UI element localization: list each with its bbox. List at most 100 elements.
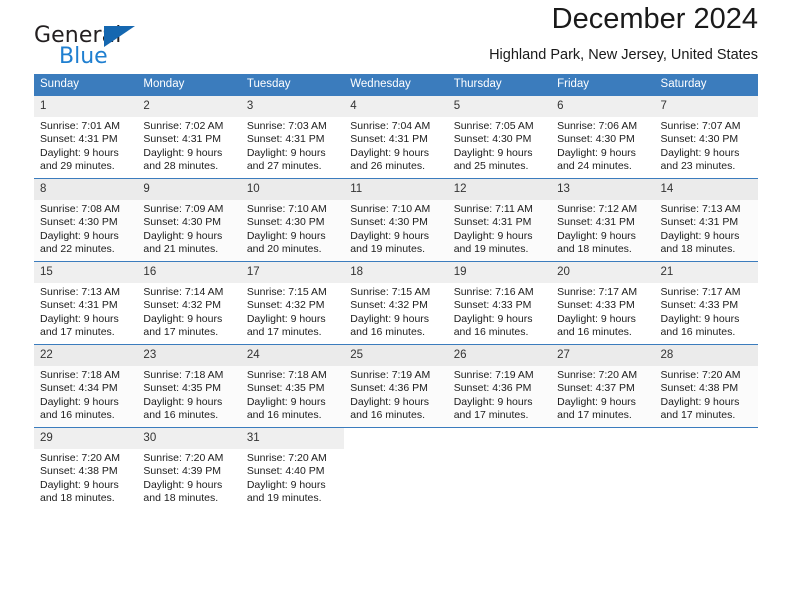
calendar-day-cell[interactable]: 17 Sunrise: 7:15 AM Sunset: 4:32 PM Dayligh… — [240, 261, 345, 345]
day-details: Sunrise: 7:08 AM Sunset: 4:30 PM Daylight:… — [34, 200, 137, 257]
daylight-duration: and 19 minutes. — [350, 243, 425, 256]
daylight-duration: and 19 minutes. — [246, 492, 322, 505]
calendar-day-cell[interactable]: 26 Sunrise: 7:19 AM Sunset: 4:36 PM Dayligh… — [447, 344, 552, 428]
day-details: Sunrise: 7:06 AM Sunset: 4:30 PM Daylight:… — [551, 117, 654, 174]
day-details: Sunrise: 7:19 AM Sunset: 4:36 PM Daylight:… — [344, 366, 447, 423]
day-number: 4 — [344, 96, 448, 117]
day-details — [655, 436, 758, 439]
calendar-day-cell[interactable]: 12 Sunrise: 7:11 AM Sunset: 4:31 PM Dayligh… — [447, 178, 552, 262]
daylight-duration: Daylight: 9 hours — [350, 229, 430, 242]
page-title: December 2024 — [551, 3, 758, 35]
sunset-time: Sunset: 4:36 PM — [453, 382, 532, 395]
sunset-time: Sunset: 4:38 PM — [40, 465, 118, 478]
day-number: 2 — [137, 96, 241, 117]
day-details: Sunrise: 7:09 AM Sunset: 4:30 PM Daylight:… — [137, 200, 240, 257]
sunset-time: Sunset: 4:31 PM — [350, 133, 428, 146]
day-details: Sunrise: 7:05 AM Sunset: 4:30 PM Daylight:… — [448, 117, 551, 174]
day-details: Sunrise: 7:02 AM Sunset: 4:31 PM Daylight:… — [137, 117, 240, 174]
calendar-day-cell[interactable]: 19 Sunrise: 7:16 AM Sunset: 4:33 PM Dayligh… — [447, 261, 552, 345]
day-details: Sunrise: 7:10 AM Sunset: 4:30 PM Daylight:… — [241, 200, 344, 257]
calendar-day-cell[interactable]: 31 Sunrise: 7:20 AM Sunset: 4:40 PM Dayligh… — [240, 427, 345, 510]
day-details: Sunrise: 7:14 AM Sunset: 4:32 PM Daylight:… — [137, 283, 240, 340]
calendar-day-cell[interactable]: 13 Sunrise: 7:12 AM Sunset: 4:31 PM Dayligh… — [551, 178, 655, 262]
calendar-day-cell[interactable]: 2 Sunrise: 7:02 AM Sunset: 4:31 PM Daylight… — [137, 95, 241, 179]
daylight-duration: Daylight: 9 hours — [143, 312, 223, 325]
calendar-day-cell[interactable]: 20 Sunrise: 7:17 AM Sunset: 4:33 PM Dayligh… — [551, 261, 655, 345]
daylight-duration: and 17 minutes. — [40, 326, 115, 339]
calendar-day-cell[interactable]: 15 Sunrise: 7:13 AM Sunset: 4:31 PM Dayligh… — [34, 261, 138, 345]
day-details: Sunrise: 7:20 AM Sunset: 4:38 PM Daylight:… — [655, 366, 758, 423]
daylight-duration: and 16 minutes. — [350, 326, 425, 339]
day-number — [448, 428, 551, 436]
calendar-day-cell[interactable]: 24 Sunrise: 7:18 AM Sunset: 4:35 PM Dayligh… — [240, 344, 345, 428]
calendar-day-cell[interactable]: 25 Sunrise: 7:19 AM Sunset: 4:36 PM Dayligh… — [344, 344, 448, 428]
sunset-time: Sunset: 4:30 PM — [246, 216, 325, 229]
sunset-time: Sunset: 4:40 PM — [246, 465, 325, 478]
calendar-day-cell[interactable]: 14 Sunrise: 7:13 AM Sunset: 4:31 PM Dayligh… — [654, 178, 758, 262]
calendar-day-cell[interactable]: 1 Sunrise: 7:01 AM Sunset: 4:31 PM Daylight… — [34, 95, 138, 179]
sunrise-time: Sunrise: 7:13 AM — [40, 286, 120, 298]
sunrise-time: Sunrise: 7:17 AM — [660, 286, 741, 298]
daylight-duration: and 16 minutes. — [453, 326, 529, 339]
calendar-day-cell[interactable]: 16 Sunrise: 7:14 AM Sunset: 4:32 PM Dayligh… — [137, 261, 241, 345]
sunrise-time: Sunrise: 7:07 AM — [660, 120, 741, 132]
calendar-day-cell[interactable]: 7 Sunrise: 7:07 AM Sunset: 4:30 PM Daylight… — [654, 95, 758, 179]
day-details: Sunrise: 7:13 AM Sunset: 4:31 PM Daylight:… — [34, 283, 137, 340]
daylight-duration: and 19 minutes. — [453, 243, 529, 256]
day-details: Sunrise: 7:17 AM Sunset: 4:33 PM Daylight:… — [655, 283, 758, 340]
calendar-day-cell[interactable]: 3 Sunrise: 7:03 AM Sunset: 4:31 PM Daylight… — [240, 95, 345, 179]
calendar-day-cell[interactable]: 23 Sunrise: 7:18 AM Sunset: 4:35 PM Dayligh… — [137, 344, 241, 428]
sunset-time: Sunset: 4:38 PM — [660, 382, 739, 395]
daylight-duration: Daylight: 9 hours — [246, 312, 326, 325]
sunrise-time: Sunrise: 7:19 AM — [350, 369, 431, 381]
calendar-day-cell[interactable]: 10 Sunrise: 7:10 AM Sunset: 4:30 PM Dayligh… — [240, 178, 345, 262]
day-number: 8 — [34, 179, 138, 200]
daylight-duration: Daylight: 9 hours — [453, 229, 533, 242]
sunrise-time: Sunrise: 7:17 AM — [557, 286, 638, 298]
sunset-time: Sunset: 4:31 PM — [143, 133, 222, 146]
sunrise-time: Sunrise: 7:19 AM — [453, 369, 534, 381]
sunset-time: Sunset: 4:31 PM — [453, 216, 532, 229]
calendar-day-cell[interactable]: 29 Sunrise: 7:20 AM Sunset: 4:38 PM Dayligh… — [34, 427, 138, 510]
calendar-day-cell-empty — [344, 427, 448, 510]
day-number: 29 — [34, 428, 138, 449]
daylight-duration: and 18 minutes. — [40, 492, 115, 505]
day-details: Sunrise: 7:20 AM Sunset: 4:40 PM Daylight:… — [241, 449, 344, 506]
daylight-duration: and 18 minutes. — [557, 243, 632, 256]
calendar-day-cell[interactable]: 27 Sunrise: 7:20 AM Sunset: 4:37 PM Dayligh… — [551, 344, 655, 428]
day-details: Sunrise: 7:13 AM Sunset: 4:31 PM Daylight:… — [655, 200, 758, 257]
calendar-day-cell[interactable]: 6 Sunrise: 7:06 AM Sunset: 4:30 PM Daylight… — [551, 95, 655, 179]
daylight-duration: Daylight: 9 hours — [143, 229, 223, 242]
day-number: 1 — [34, 96, 138, 117]
general-blue-logo[interactable]: General Blue — [34, 23, 154, 71]
calendar-day-cell-empty — [654, 427, 758, 510]
sunrise-time: Sunrise: 7:01 AM — [40, 120, 120, 132]
day-number: 12 — [447, 179, 552, 200]
sunrise-time: Sunrise: 7:20 AM — [246, 452, 327, 464]
sunset-time: Sunset: 4:31 PM — [40, 299, 118, 312]
calendar-day-cell[interactable]: 4 Sunrise: 7:04 AM Sunset: 4:31 PM Daylight… — [344, 95, 448, 179]
sunrise-time: Sunrise: 7:16 AM — [453, 286, 534, 298]
calendar-day-cell[interactable]: 22 Sunrise: 7:18 AM Sunset: 4:34 PM Dayligh… — [34, 344, 138, 428]
daylight-duration: and 27 minutes. — [246, 160, 322, 173]
calendar-day-cell[interactable]: 21 Sunrise: 7:17 AM Sunset: 4:33 PM Dayligh… — [654, 261, 758, 345]
calendar-day-cell[interactable]: 5 Sunrise: 7:05 AM Sunset: 4:30 PM Daylight… — [447, 95, 552, 179]
sunrise-time: Sunrise: 7:15 AM — [246, 286, 327, 298]
day-details: Sunrise: 7:19 AM Sunset: 4:36 PM Daylight:… — [448, 366, 551, 423]
calendar-day-cell[interactable]: 28 Sunrise: 7:20 AM Sunset: 4:38 PM Dayligh… — [654, 344, 758, 428]
day-number: 15 — [34, 262, 138, 283]
daylight-duration: and 18 minutes. — [143, 492, 219, 505]
calendar-day-cell[interactable]: 9 Sunrise: 7:09 AM Sunset: 4:30 PM Daylight… — [137, 178, 241, 262]
daylight-duration: and 16 minutes. — [246, 409, 322, 422]
calendar-week-row: 29 Sunrise: 7:20 AM Sunset: 4:38 PM Dayligh… — [34, 427, 758, 510]
weekday-header-thursday: Thursday — [447, 74, 552, 96]
sunrise-time: Sunrise: 7:18 AM — [40, 369, 120, 381]
calendar-day-cell[interactable]: 30 Sunrise: 7:20 AM Sunset: 4:39 PM Dayligh… — [137, 427, 241, 510]
calendar-day-cell[interactable]: 18 Sunrise: 7:15 AM Sunset: 4:32 PM Dayligh… — [344, 261, 448, 345]
day-number: 10 — [240, 179, 345, 200]
day-details: Sunrise: 7:18 AM Sunset: 4:35 PM Daylight:… — [241, 366, 344, 423]
daylight-duration: Daylight: 9 hours — [557, 146, 636, 159]
sunrise-time: Sunrise: 7:05 AM — [453, 120, 534, 132]
calendar-day-cell[interactable]: 8 Sunrise: 7:08 AM Sunset: 4:30 PM Daylight… — [34, 178, 138, 262]
calendar-day-cell[interactable]: 11 Sunrise: 7:10 AM Sunset: 4:30 PM Dayligh… — [344, 178, 448, 262]
